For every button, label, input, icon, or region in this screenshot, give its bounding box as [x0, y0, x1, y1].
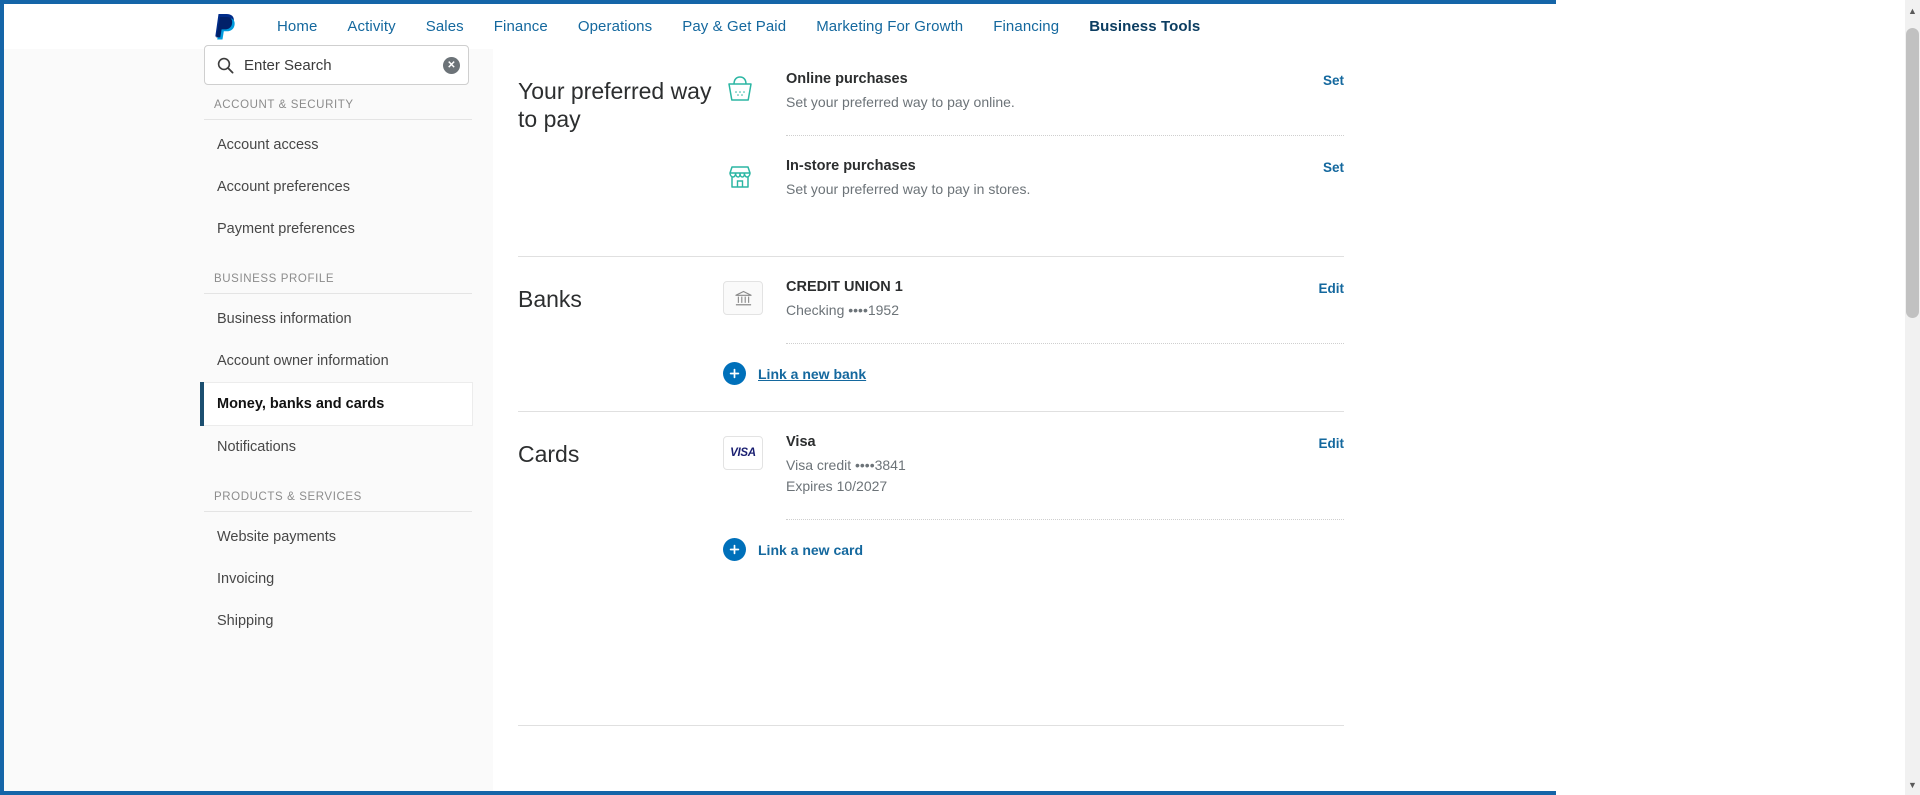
card-number: Visa credit ••••3841: [786, 457, 906, 473]
link-new-bank-row[interactable]: Link a new bank: [723, 344, 1344, 411]
search-input[interactable]: [235, 56, 443, 74]
scroll-down-icon[interactable]: ▼: [1905, 776, 1920, 793]
footer-divider: [518, 725, 1344, 726]
preferred-instore-subtitle: Set your preferred way to pay in stores.: [786, 181, 1031, 197]
sidebar-item-shipping[interactable]: Shipping: [204, 600, 472, 642]
sidebar-item-website-payments[interactable]: Website payments: [204, 516, 472, 558]
nav-item-pay-and-get-paid[interactable]: Pay & Get Paid: [667, 18, 801, 35]
card-icon-wrapper: VISA: [723, 434, 786, 470]
bank-name: CREDIT UNION 1: [786, 279, 903, 295]
sidebar-group-account-security: ACCOUNT & SECURITY: [204, 99, 472, 120]
edit-bank-link[interactable]: Edit: [1319, 281, 1345, 296]
nav-item-activity[interactable]: Activity: [332, 18, 410, 35]
shopping-basket-icon: [723, 71, 786, 107]
nav-item-financing[interactable]: Financing: [978, 18, 1074, 35]
preferred-row-instore-purchases: In-store purchases Set your preferred wa…: [723, 136, 1344, 222]
set-online-purchases-link[interactable]: Set: [1323, 73, 1344, 88]
preferred-instore-title: In-store purchases: [786, 158, 916, 174]
visa-logo-text: VISA: [730, 447, 756, 459]
app-window: Home Activity Sales Finance Operations P…: [0, 0, 1920, 795]
nav-item-marketing-for-growth[interactable]: Marketing For Growth: [801, 18, 978, 35]
section-title-preferred: Your preferred way to pay: [518, 78, 712, 133]
card-expiry: Expires 10/2027: [786, 478, 888, 494]
nav-item-business-tools[interactable]: Business Tools: [1074, 18, 1215, 35]
sidebar-item-payment-preferences[interactable]: Payment preferences: [204, 208, 472, 250]
card-name: Visa: [786, 434, 816, 450]
section-preferred-way-to-pay: Your preferred way to pay Online purchas…: [518, 49, 1344, 222]
bank-account-number: Checking ••••1952: [786, 302, 900, 318]
paypal-logo-icon[interactable]: [210, 12, 238, 42]
storefront-icon: [723, 158, 786, 194]
sidebar-gutter: [4, 49, 204, 791]
section-banks: Banks CREDIT UNION 1 Checking ••••1952 E…: [518, 257, 1344, 411]
sidebar-item-notifications[interactable]: Notifications: [204, 426, 472, 468]
search-icon: [215, 55, 235, 75]
bottom-accent-bar: [0, 791, 1556, 795]
bank-icon-wrapper: [723, 279, 786, 315]
plus-icon[interactable]: [723, 362, 746, 385]
plus-icon[interactable]: [723, 538, 746, 561]
page-body: ✕ ACCOUNT & SECURITY Account access Acco…: [4, 45, 1556, 791]
nav-item-operations[interactable]: Operations: [563, 18, 667, 35]
scrollbar-thumb[interactable]: [1906, 28, 1919, 318]
link-new-card-row[interactable]: Link a new card: [723, 520, 1344, 587]
sidebar-group-products-services: PRODUCTS & SERVICES: [204, 491, 472, 512]
section-title-cards: Cards: [518, 441, 580, 467]
sidebar-item-business-information[interactable]: Business information: [204, 298, 472, 340]
main-navigation: Home Activity Sales Finance Operations P…: [262, 18, 1215, 35]
preferred-row-online-purchases: Online purchases Set your preferred way …: [723, 49, 1344, 135]
link-new-bank-label[interactable]: Link a new bank: [758, 366, 866, 382]
sidebar-group-business-profile: BUSINESS PROFILE: [204, 273, 472, 294]
bank-icon: [723, 281, 763, 315]
search-box[interactable]: ✕: [204, 45, 469, 85]
card-row: VISA Visa Visa credit ••••3841 Expires 1…: [723, 412, 1344, 519]
settings-sidebar: ACCOUNT & SECURITY Account access Accoun…: [200, 99, 473, 642]
edit-card-link[interactable]: Edit: [1319, 436, 1345, 451]
nav-item-home[interactable]: Home: [262, 18, 332, 35]
section-cards: Cards VISA Visa Visa credit ••••3841 Exp…: [518, 412, 1344, 587]
visa-logo: VISA: [723, 436, 763, 470]
section-title-banks: Banks: [518, 286, 582, 312]
scroll-up-icon[interactable]: ▲: [1905, 2, 1920, 19]
sidebar-item-account-access[interactable]: Account access: [204, 124, 472, 166]
vertical-scrollbar[interactable]: ▲ ▼: [1905, 0, 1920, 795]
set-instore-purchases-link[interactable]: Set: [1323, 160, 1344, 175]
clear-search-icon[interactable]: ✕: [443, 56, 460, 74]
link-new-card-label[interactable]: Link a new card: [758, 542, 863, 558]
sidebar-item-account-preferences[interactable]: Account preferences: [204, 166, 472, 208]
preferred-online-subtitle: Set your preferred way to pay online.: [786, 94, 1015, 110]
main-content: Your preferred way to pay Online purchas…: [493, 49, 1556, 791]
nav-item-sales[interactable]: Sales: [411, 18, 479, 35]
sidebar-item-invoicing[interactable]: Invoicing: [204, 558, 472, 600]
bank-row: CREDIT UNION 1 Checking ••••1952 Edit: [723, 257, 1344, 343]
global-header: Home Activity Sales Finance Operations P…: [4, 4, 1556, 49]
nav-item-finance[interactable]: Finance: [479, 18, 563, 35]
sidebar-item-account-owner-information[interactable]: Account owner information: [204, 340, 472, 382]
sidebar-item-money-banks-and-cards[interactable]: Money, banks and cards: [200, 382, 473, 426]
preferred-online-title: Online purchases: [786, 71, 908, 87]
